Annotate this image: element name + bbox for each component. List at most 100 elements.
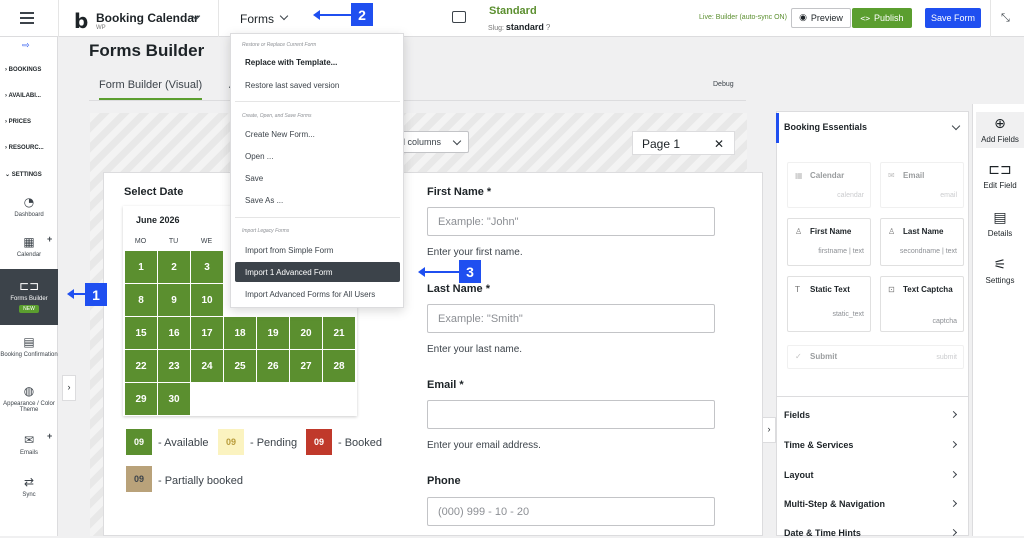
menu-item-replace-template[interactable]: Replace with Template... <box>245 58 337 67</box>
settings-tool[interactable]: ⚟ Settings <box>976 257 1024 285</box>
menu-item-import-advanced[interactable]: Import 1 Advanced Form <box>245 268 333 277</box>
weekday-label: WE <box>200 238 213 245</box>
calendar-day[interactable]: 19 <box>257 317 289 349</box>
sidebar-section-prices[interactable]: › PRICES <box>5 119 31 125</box>
calendar-day[interactable]: 8 <box>125 284 157 316</box>
menu-item-restore[interactable]: Restore last saved version <box>245 81 339 90</box>
phone-input[interactable]: (000) 999 - 10 - 20 <box>427 497 715 526</box>
calendar-day[interactable]: 2 <box>158 251 190 283</box>
calendar-day[interactable]: 9 <box>158 284 190 316</box>
last-name-input[interactable]: Example: "Smith" <box>427 304 715 333</box>
phone-label: Phone <box>427 475 461 487</box>
menu-item-import-all[interactable]: Import Advanced Forms for All Users <box>245 290 375 299</box>
sidebar-section-bookings[interactable]: › BOOKINGS <box>5 67 41 73</box>
calendar-day[interactable]: 21 <box>323 317 355 349</box>
calendar-day[interactable]: 30 <box>158 383 190 415</box>
sidebar-section-availability[interactable]: › AVAILABI... <box>5 93 41 99</box>
menu-item-open[interactable]: Open ... <box>245 152 273 161</box>
calendar-day[interactable]: 18 <box>224 317 256 349</box>
sidebar-item-forms-builder[interactable]: ⊏⊐ Forms Builder NEW <box>0 269 58 325</box>
calendar-day[interactable]: 20 <box>290 317 322 349</box>
panel-toggle-button[interactable]: › <box>762 417 776 443</box>
menu-section-label: Restore or Replace Current Form <box>242 42 317 48</box>
email-input[interactable] <box>427 400 715 429</box>
field-card-static-text[interactable]: T Static Text static_text <box>787 276 871 332</box>
collapse-icon[interactable]: ⤡ <box>1001 11 1010 25</box>
calendar-day[interactable]: 1 <box>125 251 157 283</box>
field-card-text-captcha[interactable]: ⊡ Text Captcha captcha <box>880 276 964 332</box>
publish-label: Publish <box>874 13 904 23</box>
debug-link[interactable]: Debug <box>713 81 734 88</box>
calendar-day[interactable]: 23 <box>158 350 190 382</box>
menu-item-create-new[interactable]: Create New Form... <box>245 130 315 139</box>
section-label: Layout <box>784 470 814 480</box>
section-label: Date & Time Hints <box>784 528 861 538</box>
details-tool[interactable]: ▤ Details <box>976 210 1024 238</box>
help-icon[interactable]: ? <box>546 23 550 32</box>
legend-partial-label: - Partially booked <box>158 475 243 487</box>
calendar-day[interactable]: 16 <box>158 317 190 349</box>
publish-button[interactable]: <> Publish <box>852 8 912 28</box>
section-label: SETTINGS <box>11 172 42 178</box>
calendar-day[interactable]: 15 <box>125 317 157 349</box>
close-icon[interactable]: ✕ <box>714 137 724 151</box>
calendar-day[interactable]: 29 <box>125 383 157 415</box>
section-multi-step[interactable]: Multi-Step & Navigation <box>784 499 962 509</box>
field-card-submit[interactable]: ✓ Submit submit <box>787 345 964 369</box>
palette-icon: ◍ <box>23 384 35 398</box>
sidebar-section-resources[interactable]: › RESOURC... <box>5 145 44 151</box>
section-fields[interactable]: Fields <box>784 410 962 420</box>
chevron-down-icon[interactable] <box>279 11 289 21</box>
page-tab[interactable]: Page 1 ✕ <box>632 131 735 155</box>
edit-field-tool[interactable]: ⊏⊐ Edit Field <box>976 162 1024 190</box>
booking-essentials-header[interactable]: Booking Essentials <box>776 113 969 143</box>
sidebar-item-booking-confirmation[interactable]: ▤ Booking Confirmation <box>0 335 58 358</box>
menu-icon[interactable] <box>20 12 34 24</box>
calendar-day[interactable]: 26 <box>257 350 289 382</box>
logout-icon[interactable]: ⇨ <box>22 41 30 51</box>
section-layout[interactable]: Layout <box>784 470 962 480</box>
section-time-services[interactable]: Time & Services <box>784 440 962 450</box>
forms-menu-button[interactable]: Forms <box>240 12 274 26</box>
add-fields-tool[interactable]: ⊕ Add Fields <box>976 112 1024 148</box>
select-date-label: Select Date <box>124 186 184 198</box>
calendar-day[interactable]: 24 <box>191 350 223 382</box>
sidebar-toggle-button[interactable]: › <box>62 375 76 401</box>
divider <box>990 0 991 37</box>
app-name[interactable]: Booking Calendar <box>96 11 199 25</box>
field-title: Calendar <box>810 171 845 180</box>
menu-item-save[interactable]: Save <box>245 174 263 183</box>
sidebar-item-dashboard[interactable]: ◔ Dashboard <box>0 195 58 218</box>
add-icon[interactable]: + <box>47 234 52 244</box>
field-card-first-name[interactable]: ♙ First Name firstname | text <box>787 218 871 266</box>
section-date-time-hints[interactable]: Date & Time Hints <box>784 528 962 538</box>
image-icon <box>452 11 466 23</box>
tab-form-builder-visual[interactable]: Form Builder (Visual) <box>99 79 203 100</box>
weekday-label: MO <box>134 238 147 245</box>
add-icon[interactable]: + <box>47 431 52 441</box>
field-card-email[interactable]: ✉ Email email <box>880 162 964 208</box>
calendar-day[interactable]: 22 <box>125 350 157 382</box>
menu-item-save-as[interactable]: Save As ... <box>245 196 283 205</box>
sync-icon: ⇄ <box>23 475 35 489</box>
save-form-button[interactable]: Save Form <box>925 8 981 28</box>
calendar-day[interactable]: 27 <box>290 350 322 382</box>
calendar-day[interactable]: 10 <box>191 284 223 316</box>
calendar-month: June 2026 <box>136 215 180 225</box>
sidebar-item-appearance[interactable]: ◍ Appearance / Color Theme <box>0 384 58 413</box>
field-card-calendar[interactable]: ▦ Calendar calendar <box>787 162 871 208</box>
calendar-day[interactable]: 25 <box>224 350 256 382</box>
sidebar-section-settings[interactable]: ⌄ SETTINGS <box>5 171 42 178</box>
section-label: RESOURC... <box>8 145 44 151</box>
tool-label: Details <box>987 229 1013 238</box>
menu-item-import-simple[interactable]: Import from Simple Form <box>245 246 333 255</box>
menu-section-label: Import Legacy Forms <box>242 228 290 234</box>
preview-button[interactable]: ◉ Preview <box>791 8 851 28</box>
sidebar-item-sync[interactable]: ⇄ Sync <box>0 475 58 498</box>
calendar-day[interactable]: 17 <box>191 317 223 349</box>
calendar-day[interactable]: 3 <box>191 251 223 283</box>
dashboard-icon: ◔ <box>23 195 35 209</box>
calendar-day[interactable]: 28 <box>323 350 355 382</box>
field-card-last-name[interactable]: ♙ Last Name secondname | text <box>880 218 964 266</box>
first-name-input[interactable]: Example: "John" <box>427 207 715 236</box>
